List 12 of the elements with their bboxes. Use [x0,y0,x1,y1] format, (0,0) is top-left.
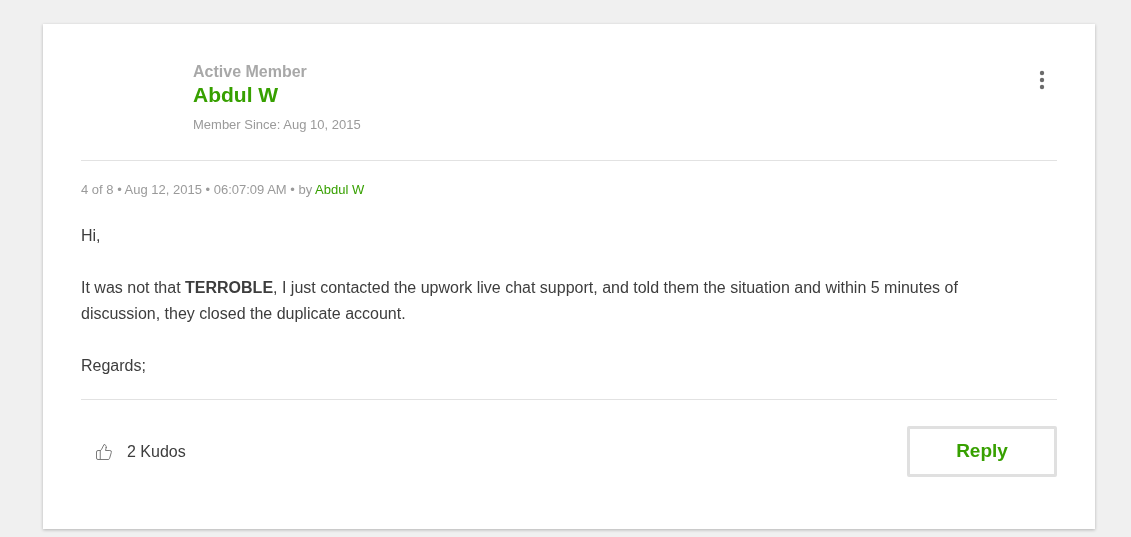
post-meta: 4 of 8 • Aug 12, 2015 • 06:07:09 AM • by Abdul W [81,181,366,199]
kudos-button[interactable]: 2 Kudos [81,439,186,464]
thumbs-up-icon [95,442,113,461]
post-paragraph: Hi, [81,226,102,246]
member-rank: Active Member [193,62,308,82]
author-link[interactable]: Abdul W [315,182,365,197]
member-since: Member Since: Aug 10, 2015 [193,116,361,134]
post-paragraph: Regards; [81,356,147,376]
post-paragraph: It was not that TERROBLE, I just contacted the upwork live chat support, and told them the situation and within 5 minutes of discussion, they closed the duplicate account. [81,278,959,324]
reply-button[interactable]: Reply [907,426,1057,477]
author-name[interactable]: Abdul W [193,82,361,108]
more-options-icon[interactable] [1039,70,1045,90]
